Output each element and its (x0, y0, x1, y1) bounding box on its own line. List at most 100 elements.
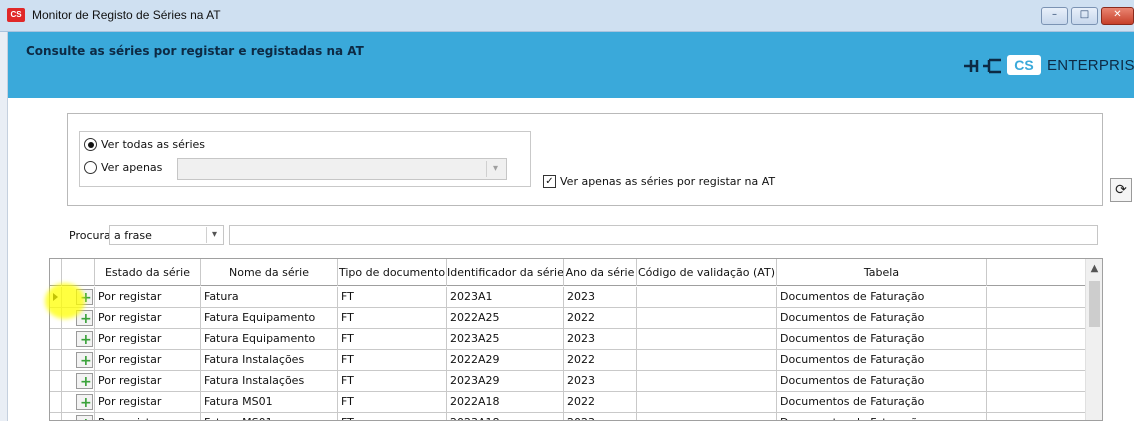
header-banner: Consulte as séries por registar e regist… (8, 32, 1134, 98)
chevron-down-icon: ▾ (486, 161, 504, 177)
header-codigo[interactable]: Código de validação (AT) (637, 259, 777, 286)
table-cell: Por registar (95, 350, 201, 370)
table-cell: 2022A18 (447, 392, 564, 412)
table-row[interactable]: + Por registar Fatura Instalações FT 2022A29… (50, 350, 1086, 371)
series-radio-group: Ver todas as séries Ver apenas ▾ (79, 131, 531, 187)
row-indicator[interactable] (50, 350, 62, 370)
table-cell: Fatura Instalações (201, 350, 338, 370)
vertical-scrollbar[interactable]: ▲ (1085, 259, 1102, 420)
maximize-button[interactable]: □ (1071, 7, 1098, 25)
header-indicator (50, 259, 62, 286)
radio-all-label: Ver todas as séries (101, 138, 205, 151)
table-cell: FT (338, 329, 447, 349)
search-input[interactable] (229, 225, 1098, 245)
checkbox-indicator[interactable]: ✓ (543, 175, 556, 188)
page-title: Consulte as séries por registar e regist… (26, 44, 364, 58)
row-icon-cell: + (62, 350, 95, 370)
radio-only-series[interactable]: Ver apenas (84, 161, 162, 174)
table-cell: 2023 (564, 287, 637, 307)
radio-all-indicator[interactable] (84, 138, 97, 151)
series-grid[interactable]: Estado da série Nome da série Tipo de docu… (49, 258, 1103, 421)
table-row[interactable]: + Por registar Fatura MS01 FT 2022A18 2022 Doc… (50, 392, 1086, 413)
unregistered-only-checkbox[interactable]: ✓ Ver apenas as séries por registar na A… (543, 175, 775, 188)
table-row[interactable]: + Por registar Fatura Instalações FT 2023A29… (50, 371, 1086, 392)
table-cell: 2023A18 (447, 413, 564, 420)
logo-cs-badge: CS (1007, 55, 1041, 75)
minimize-icon: – (1052, 9, 1057, 20)
header-tipo[interactable]: Tipo de documento (338, 259, 447, 286)
table-cell: Documentos de Faturação (777, 392, 987, 412)
header-estado[interactable]: Estado da série (95, 259, 201, 286)
table-cell: 2023 (564, 371, 637, 391)
row-icon-cell: + (62, 371, 95, 391)
row-indicator[interactable] (50, 371, 62, 391)
table-cell (637, 308, 777, 328)
left-border-strip (0, 32, 8, 421)
filter-panel: Ver todas as séries Ver apenas ▾ ✓ Ver a… (67, 113, 1103, 206)
table-cell: Fatura Equipamento (201, 308, 338, 328)
table-row[interactable]: +Por registarFatura MS01FT2023A182023 Doc… (50, 413, 1086, 420)
table-cell: 2023A25 (447, 329, 564, 349)
scroll-up-icon[interactable]: ▲ (1086, 263, 1102, 274)
table-cell-extra (987, 392, 1086, 412)
refresh-button[interactable]: ⟳ (1110, 178, 1132, 202)
table-cell: Fatura (201, 287, 338, 307)
table-cell: Fatura Equipamento (201, 329, 338, 349)
header-tabela[interactable]: Tabela (777, 259, 987, 286)
table-cell: FT (338, 350, 447, 370)
monitor-window: CS Monitor de Registo de Séries na AT – … (0, 0, 1134, 421)
add-register-icon[interactable]: + (76, 415, 93, 420)
phc-logo-mark (964, 58, 1001, 74)
add-register-icon[interactable]: + (76, 394, 93, 411)
table-cell: FT (338, 413, 447, 420)
app-icon: CS (7, 8, 25, 22)
search-mode-select[interactable]: a frase ▾ (109, 225, 224, 245)
table-cell: Documentos de Faturação (777, 308, 987, 328)
table-cell: Por registar (95, 371, 201, 391)
minimize-button[interactable]: – (1041, 7, 1068, 25)
title-bar[interactable]: CS Monitor de Registo de Séries na AT – … (0, 0, 1134, 32)
add-register-icon[interactable]: + (76, 373, 93, 390)
close-button[interactable]: ✕ (1101, 7, 1134, 25)
plus-icon: + (80, 395, 92, 411)
header-nome[interactable]: Nome da série (201, 259, 338, 286)
add-register-icon[interactable]: + (76, 352, 93, 369)
table-cell-extra (987, 308, 1086, 328)
table-cell-extra (987, 413, 1086, 420)
table-cell: Fatura Instalações (201, 371, 338, 391)
row-indicator[interactable] (50, 392, 62, 412)
table-cell: 2022 (564, 350, 637, 370)
row-icon-cell: + (62, 392, 95, 412)
plus-icon: + (80, 332, 92, 348)
table-cell: Documentos de Faturação (777, 413, 987, 420)
series-only-select[interactable]: ▾ (177, 158, 507, 180)
table-cell (637, 371, 777, 391)
table-cell: 2022A25 (447, 308, 564, 328)
row-indicator[interactable] (50, 413, 62, 420)
radio-all-series[interactable]: Ver todas as séries (84, 138, 205, 151)
table-cell (637, 350, 777, 370)
table-cell: Documentos de Faturação (777, 287, 987, 307)
radio-only-label: Ver apenas (101, 161, 163, 174)
table-cell-extra (987, 329, 1086, 349)
header-ano[interactable]: Ano da série (564, 259, 637, 286)
header-identificador[interactable]: Identificador da série (447, 259, 564, 286)
add-register-icon[interactable]: + (76, 331, 93, 348)
row-indicator[interactable] (50, 329, 62, 349)
table-cell: Por registar (95, 287, 201, 307)
table-cell (637, 287, 777, 307)
refresh-icon: ⟳ (1115, 182, 1127, 198)
search-mode-value: a frase (114, 229, 152, 242)
table-cell: Por registar (95, 392, 201, 412)
table-row[interactable]: + Por registar Fatura FT 2023A1 2023 Documento… (50, 287, 1086, 308)
table-row[interactable]: + Por registar Fatura Equipamento FT 2022A25… (50, 308, 1086, 329)
table-cell: 2022 (564, 392, 637, 412)
radio-only-indicator[interactable] (84, 161, 97, 174)
table-row[interactable]: + Por registar Fatura Equipamento FT 2023A25… (50, 329, 1086, 350)
logo-cs-text: CS (1014, 57, 1034, 73)
table-cell: Fatura MS01 (201, 413, 338, 420)
table-cell: Documentos de Faturação (777, 350, 987, 370)
plus-icon: + (80, 374, 92, 390)
scroll-thumb[interactable] (1089, 281, 1100, 327)
table-cell-extra (987, 287, 1086, 307)
